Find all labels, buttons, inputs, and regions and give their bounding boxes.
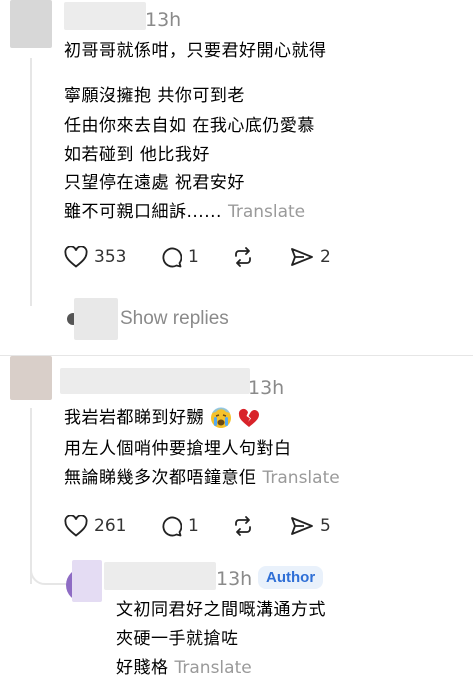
username-redacted[interactable] (64, 2, 146, 30)
speech-bubble-icon (162, 247, 182, 268)
divider (0, 355, 473, 356)
username-redacted[interactable] (60, 368, 250, 394)
comment-text-line: 好賤格 Translate (116, 653, 252, 683)
comment-text: 無論睇幾多次都唔鐘意佢 (64, 468, 257, 488)
reply-count: 1 (188, 247, 199, 267)
thread-line (30, 58, 32, 306)
thread-line (30, 408, 32, 584)
comment-text-line: 只望停在遠處 祝君安好 (64, 168, 245, 198)
send-icon (291, 517, 313, 535)
share-button[interactable]: 5 (290, 515, 331, 537)
avatar[interactable] (10, 356, 52, 400)
repost-icon (235, 516, 251, 536)
author-badge: Author (258, 566, 324, 589)
comment-text-line: 無論睇幾多次都唔鐘意佢 Translate (64, 463, 340, 493)
reply-button[interactable]: 1 (160, 246, 199, 268)
avatar[interactable] (10, 0, 52, 48)
thread-connector (30, 560, 68, 585)
comment-text: 雖不可親口細訴...... (64, 202, 222, 222)
comment-text: 我岩岩都睇到好嬲 (64, 408, 204, 428)
comment-text-line: 文初同君好之間嘅溝通方式 (116, 600, 326, 620)
like-button[interactable]: 261 (64, 515, 126, 537)
comment-text-line: 任由你來去自如 在我心底仍愛慕 (64, 116, 315, 136)
comment-text-line: 雖不可親口細訴...... Translate (64, 197, 305, 227)
broken-heart-emoji (238, 408, 259, 427)
reply-avatar-redacted (74, 298, 118, 340)
heart-icon (64, 246, 88, 268)
speech-bubble-icon (162, 516, 182, 537)
avatar-redacted (72, 560, 102, 602)
like-count: 353 (94, 247, 127, 267)
repost-icon (235, 247, 251, 267)
like-count: 261 (94, 516, 127, 536)
comment-text-line: 如若碰到 他比我好 (64, 145, 210, 165)
comment-text-line: 初哥哥就係咁，只要君好開心就得 (64, 41, 327, 61)
username-redacted[interactable] (104, 562, 216, 590)
repost-button[interactable] (232, 246, 254, 268)
comment-text-line: 用左人個哨仲要搶埋人句對白 (64, 439, 292, 459)
timestamp: 13h (145, 9, 182, 31)
comment-text-line: 我岩岩都睇到好嬲 (64, 403, 260, 433)
comment-text: 好賤格 (116, 658, 169, 678)
comment-text: 只望停在遠處 祝君安好 (64, 173, 245, 193)
like-button[interactable]: 353 (64, 246, 126, 268)
comment-text-line: 夾硬一手就搶咗 (116, 629, 239, 649)
translate-link[interactable]: Translate (175, 658, 252, 678)
crying-face-emoji (210, 407, 231, 428)
translate-link[interactable]: Translate (263, 468, 340, 488)
share-count: 5 (320, 516, 331, 536)
send-icon (291, 248, 313, 266)
repost-button[interactable] (232, 515, 254, 537)
share-count: 2 (320, 247, 331, 267)
share-button[interactable]: 2 (290, 246, 331, 268)
timestamp: 13h (248, 377, 285, 399)
show-replies-link[interactable]: Show replies (120, 308, 229, 330)
show-replies-row[interactable]: Show replies (64, 298, 264, 340)
heart-icon (64, 515, 88, 537)
comment-text-line: 寧願沒擁抱 共你可到老 (64, 86, 245, 106)
reply-count: 1 (188, 516, 199, 536)
timestamp: 13h (216, 568, 253, 590)
reply-button[interactable]: 1 (160, 515, 199, 537)
translate-link[interactable]: Translate (228, 202, 305, 222)
